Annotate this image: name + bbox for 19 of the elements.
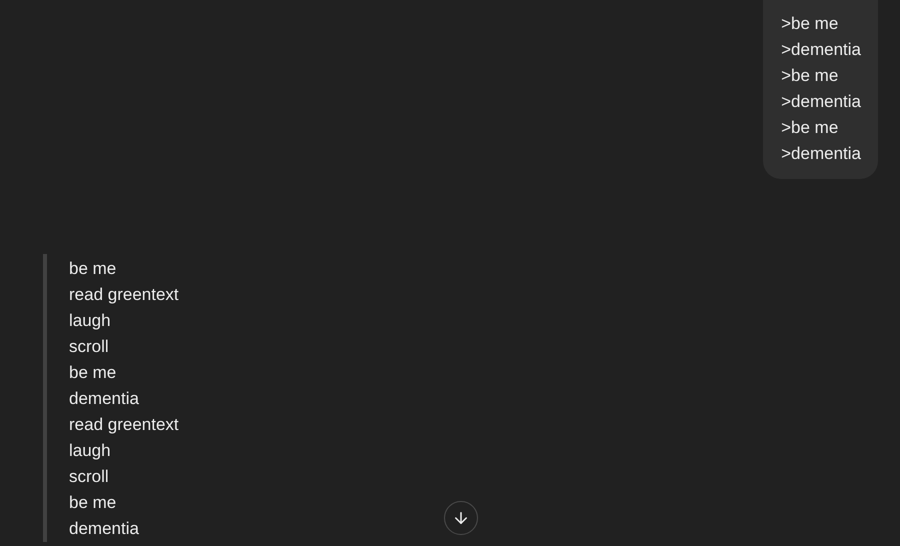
arrow-down-icon [452, 509, 470, 527]
quote-line: dementia [69, 518, 139, 540]
quote-line: be me [69, 258, 116, 280]
quote-line: scroll [69, 336, 109, 358]
quote-line: scroll [69, 466, 109, 488]
message-line: >dementia [781, 91, 861, 113]
scroll-down-button[interactable] [444, 501, 478, 535]
quote-line: be me [69, 362, 116, 384]
quote-line: be me [69, 492, 116, 514]
message-line: >dementia [781, 143, 861, 165]
message-line: >dementia [781, 39, 861, 61]
quote-line: read greentext [69, 414, 179, 436]
message-line: >be me [781, 65, 840, 87]
message-line: >be me [781, 117, 840, 139]
quote-line: laugh [69, 440, 111, 462]
quote-line: read greentext [69, 284, 179, 306]
quote-line: dementia [69, 388, 139, 410]
quote-line: laugh [69, 310, 111, 332]
message-line: >be me [781, 13, 840, 35]
